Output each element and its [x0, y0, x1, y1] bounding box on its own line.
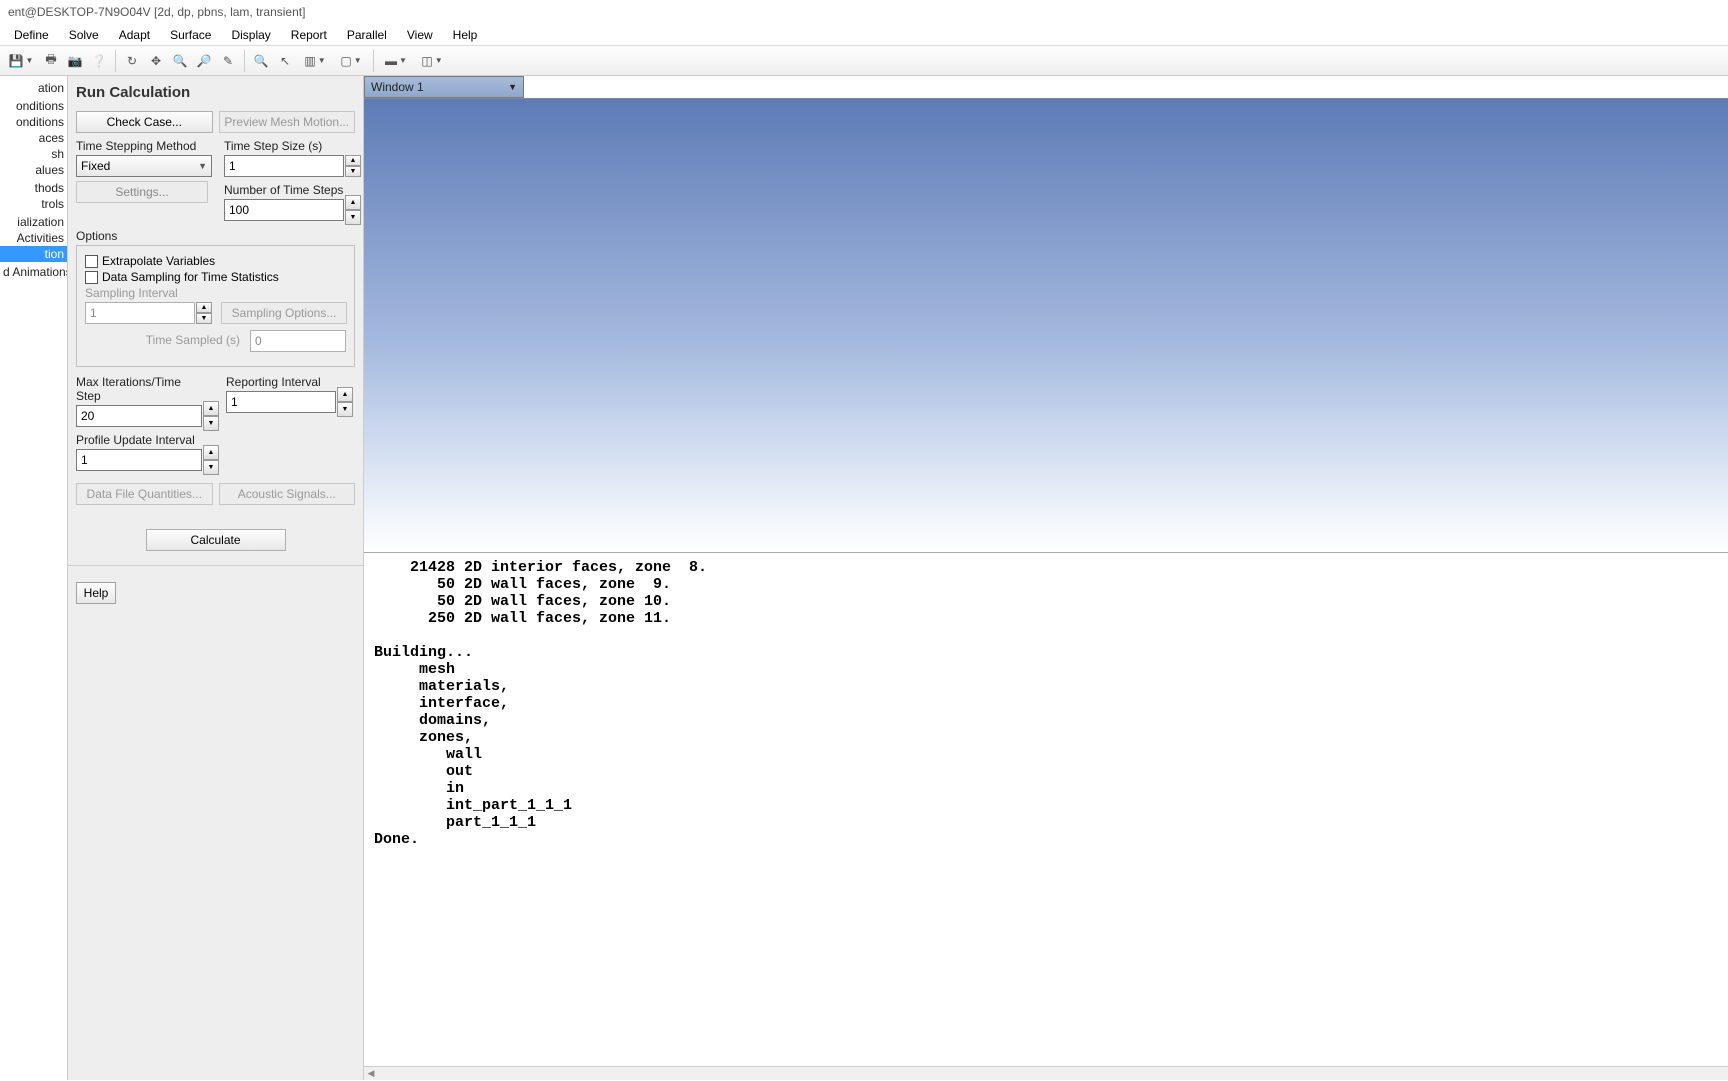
spin-up-icon[interactable]: ▲: [203, 401, 219, 416]
tree-item[interactable]: d Animations: [0, 264, 67, 280]
tree-item[interactable]: onditions: [0, 98, 67, 114]
time-step-size-label: Time Step Size (s): [224, 139, 344, 153]
reporting-interval-input[interactable]: [226, 391, 336, 413]
time-sampled-label: Time Sampled (s): [146, 333, 240, 347]
menu-parallel[interactable]: Parallel: [337, 26, 397, 44]
calculate-button[interactable]: Calculate: [146, 529, 286, 551]
profile-update-input[interactable]: [76, 449, 202, 471]
window-select-value: Window 1: [371, 80, 424, 94]
save-icon[interactable]: 💾▼: [4, 50, 38, 72]
window-select[interactable]: Window 1 ▼: [364, 76, 524, 98]
chevron-down-icon: ▼: [508, 82, 517, 92]
viewport-column: Window 1 ▼ 21428 2D interior faces, zone…: [364, 76, 1728, 1080]
tree-item[interactable]: sh: [0, 146, 67, 162]
time-sampled-input: [250, 330, 346, 352]
sampling-options-button: Sampling Options...: [221, 302, 347, 324]
reporting-interval-label: Reporting Interval: [226, 375, 336, 389]
toolbar: 💾▼ 🖶 📷 ❔ ↻ ✥ 🔍 🔎 ✎ 🔍 ↖ ▥▼ ▢▼ ▬▼ ◫▼: [0, 46, 1728, 76]
spin-up-icon[interactable]: ▲: [337, 387, 353, 402]
tree-item[interactable]: Activities: [0, 230, 67, 246]
render-area[interactable]: [364, 98, 1728, 552]
pointer-icon[interactable]: ↖: [274, 50, 296, 72]
separator: [373, 50, 374, 72]
tree-item[interactable]: trols: [0, 196, 67, 212]
options-label: Options: [76, 229, 355, 243]
max-iter-input[interactable]: [76, 405, 202, 427]
layout-icon[interactable]: ▢▼: [334, 50, 368, 72]
console-scrollbar[interactable]: ◀: [364, 1066, 1728, 1080]
spin-down-icon[interactable]: ▼: [337, 402, 353, 417]
spin-up-icon: ▲: [196, 302, 212, 313]
tree-item[interactable]: thods: [0, 180, 67, 196]
sampling-interval-input: [85, 302, 195, 324]
num-time-steps-label: Number of Time Steps: [224, 183, 344, 197]
profile-update-label: Profile Update Interval: [76, 433, 202, 447]
zoom-box-icon[interactable]: 🔎: [193, 50, 215, 72]
help-icon[interactable]: ❔: [88, 50, 110, 72]
spin-up-icon[interactable]: ▲: [345, 195, 361, 210]
num-time-steps-input[interactable]: [224, 199, 344, 221]
acoustic-signals-button: Acoustic Signals...: [219, 483, 356, 505]
time-step-size-input[interactable]: [224, 155, 344, 177]
refresh-icon[interactable]: ↻: [121, 50, 143, 72]
pan-icon[interactable]: ✥: [145, 50, 167, 72]
menu-view[interactable]: View: [397, 26, 443, 44]
extrapolate-label: Extrapolate Variables: [102, 254, 215, 268]
views-icon[interactable]: ▥▼: [298, 50, 332, 72]
separator: [115, 50, 116, 72]
spin-down-icon[interactable]: ▼: [203, 460, 219, 475]
time-stepping-method-combo[interactable]: Fixed ▼: [76, 155, 212, 177]
data-sampling-label: Data Sampling for Time Statistics: [102, 270, 279, 284]
spin-up-icon[interactable]: ▲: [345, 155, 361, 166]
tree-item-run-calculation[interactable]: tion: [0, 246, 67, 262]
task-panel: Run Calculation Check Case... Preview Me…: [68, 76, 364, 1080]
spin-down-icon[interactable]: ▼: [203, 416, 219, 431]
title-bar: ent@DESKTOP-7N9O04V [2d, dp, pbns, lam, …: [0, 0, 1728, 24]
menu-report[interactable]: Report: [281, 26, 337, 44]
preview-mesh-button: Preview Mesh Motion...: [219, 111, 356, 133]
menu-solve[interactable]: Solve: [59, 26, 109, 44]
menu-display[interactable]: Display: [221, 26, 280, 44]
max-iter-label: Max Iterations/Time Step: [76, 375, 202, 403]
tree-panel: ation onditions onditions aces sh alues …: [0, 76, 68, 1080]
separator: [244, 50, 245, 72]
spin-down-icon[interactable]: ▼: [345, 210, 361, 225]
menubar: Define Solve Adapt Surface Display Repor…: [0, 24, 1728, 46]
panel-title: Run Calculation: [68, 76, 363, 111]
menu-surface[interactable]: Surface: [160, 26, 221, 44]
menu-define[interactable]: Define: [4, 26, 59, 44]
help-button[interactable]: Help: [76, 582, 116, 604]
tree-item[interactable]: alues: [0, 162, 67, 178]
tree-item[interactable]: ialization: [0, 214, 67, 230]
shade-icon[interactable]: ▬▼: [379, 50, 413, 72]
time-stepping-method-value: Fixed: [81, 159, 110, 173]
menu-adapt[interactable]: Adapt: [109, 26, 160, 44]
spin-down-icon: ▼: [196, 313, 212, 324]
sampling-interval-label: Sampling Interval: [85, 286, 346, 300]
scroll-left-icon[interactable]: ◀: [364, 1067, 378, 1081]
print-icon[interactable]: 🖶: [40, 50, 62, 72]
camera-icon[interactable]: 📷: [64, 50, 86, 72]
menu-help[interactable]: Help: [443, 26, 488, 44]
settings-button: Settings...: [76, 181, 208, 203]
tree-item[interactable]: onditions: [0, 114, 67, 130]
spin-down-icon[interactable]: ▼: [345, 166, 361, 177]
cube-icon[interactable]: ◫▼: [415, 50, 449, 72]
zoom-in-icon[interactable]: 🔍: [169, 50, 191, 72]
data-file-quantities-button: Data File Quantities...: [76, 483, 213, 505]
check-case-button[interactable]: Check Case...: [76, 111, 213, 133]
data-sampling-checkbox[interactable]: [85, 271, 98, 284]
tree-item[interactable]: aces: [0, 130, 67, 146]
time-stepping-method-label: Time Stepping Method: [76, 139, 212, 153]
console-output[interactable]: 21428 2D interior faces, zone 8. 50 2D w…: [364, 552, 1728, 1066]
extrapolate-checkbox[interactable]: [85, 255, 98, 268]
fit-icon[interactable]: 🔍: [250, 50, 272, 72]
chevron-down-icon: ▼: [198, 161, 207, 171]
spin-up-icon[interactable]: ▲: [203, 445, 219, 460]
tree-item[interactable]: ation: [0, 80, 67, 96]
probe-icon[interactable]: ✎: [217, 50, 239, 72]
